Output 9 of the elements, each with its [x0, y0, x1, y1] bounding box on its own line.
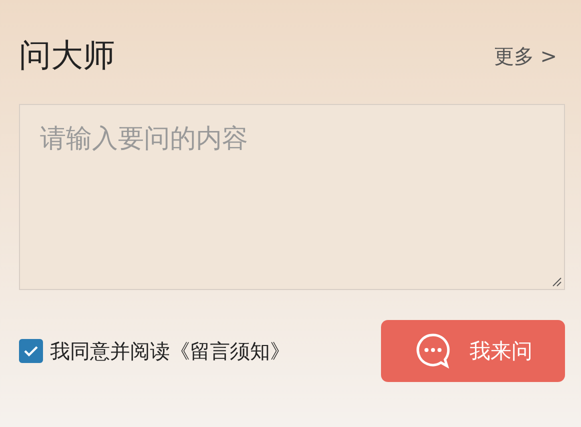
resize-grip-icon[interactable] — [552, 277, 562, 287]
ask-button[interactable]: 我来问 — [381, 320, 565, 382]
checkmark-icon — [23, 343, 39, 359]
more-link[interactable]: 更多 > — [494, 42, 557, 70]
agreement-text: 我同意并阅读《留言须知》 — [50, 338, 290, 364]
chat-bubble-icon — [414, 332, 452, 370]
question-field[interactable]: 请输入要问的内容 — [20, 105, 564, 289]
section-title: 问大师 — [19, 35, 115, 76]
agree-checkbox[interactable] — [19, 339, 43, 363]
